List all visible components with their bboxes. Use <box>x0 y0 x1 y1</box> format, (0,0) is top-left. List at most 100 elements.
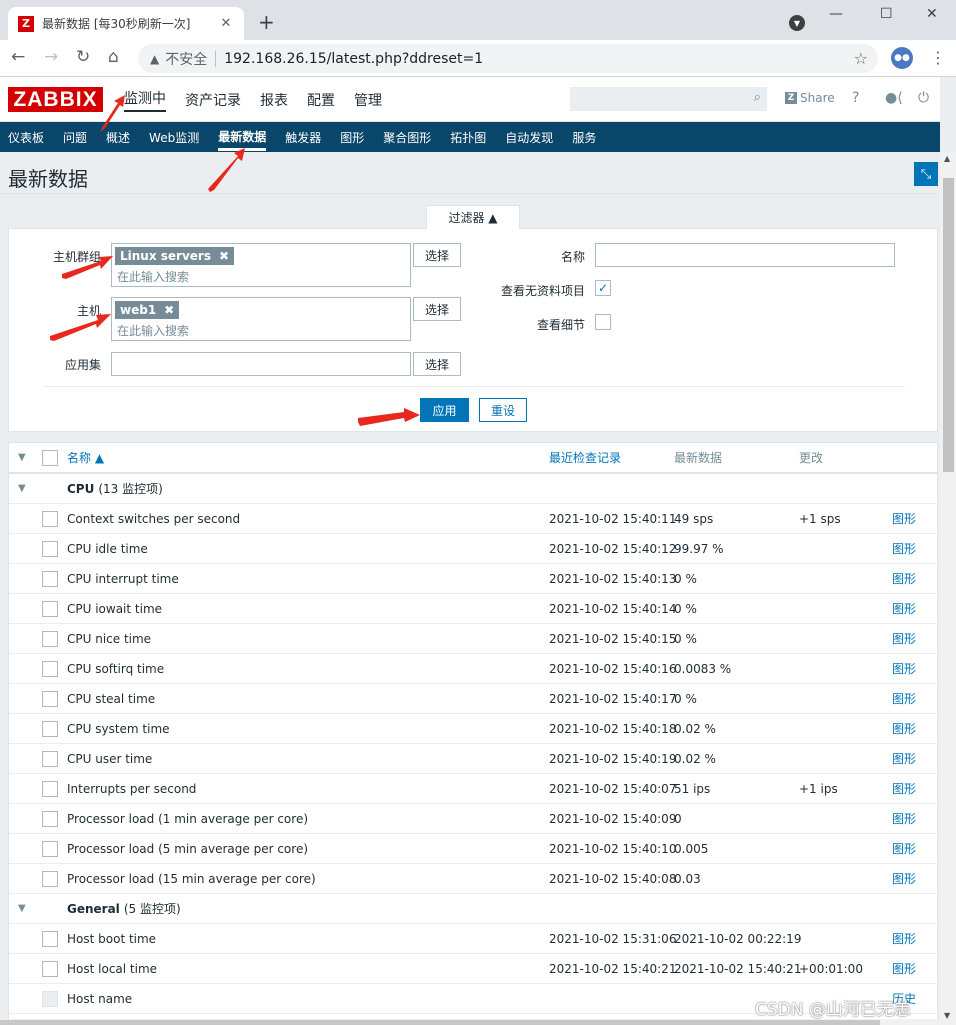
item-graph-link[interactable]: 图形 <box>892 654 916 683</box>
item-graph-link[interactable]: 图形 <box>892 504 916 533</box>
item-graph-link[interactable]: 图形 <box>892 534 916 563</box>
subnav-dashboard[interactable]: 仪表板 <box>8 129 44 146</box>
subnav-latest-data[interactable]: 最新数据 <box>218 128 267 151</box>
warning-icon[interactable]: ▲ <box>150 52 159 66</box>
row-checkbox[interactable] <box>42 601 58 617</box>
user-profile-icon[interactable]: ●⟨ <box>885 90 903 106</box>
item-graph-link[interactable]: 图形 <box>892 684 916 713</box>
search-icon[interactable]: ⌕ <box>754 90 761 105</box>
item-graph-link[interactable]: 图形 <box>892 804 916 833</box>
row-checkbox[interactable] <box>42 631 58 647</box>
horizontal-scrollbar-thumb[interactable] <box>0 1020 880 1025</box>
column-name-header[interactable]: 名称 ▲ <box>67 443 104 472</box>
close-tab-icon[interactable]: ✕ <box>218 16 234 31</box>
apply-button[interactable]: 应用 <box>420 398 469 422</box>
row-checkbox[interactable] <box>42 661 58 677</box>
item-last-check: 2021-10-02 15:40:12 <box>549 541 677 556</box>
browser-menu-icon[interactable]: ⋮ <box>930 48 946 67</box>
collapse-group-icon[interactable]: ▼ <box>18 894 26 923</box>
host-groups-placeholder[interactable]: 在此输入搜索 <box>117 268 189 285</box>
subnav-web[interactable]: Web监测 <box>149 129 199 146</box>
tab-search-icon[interactable]: ▼ <box>789 15 805 31</box>
row-checkbox[interactable] <box>42 721 58 737</box>
hosts-select-button[interactable]: 选择 <box>413 297 461 321</box>
subnav-maps[interactable]: 拓扑图 <box>450 129 486 146</box>
filter-tab[interactable]: 过滤器 ▲ <box>426 205 520 229</box>
window-close-icon[interactable]: ✕ <box>926 6 938 22</box>
scrollbar-thumb[interactable] <box>943 178 954 472</box>
subnav-problems[interactable]: 问题 <box>63 129 87 146</box>
help-icon[interactable]: ? <box>852 90 859 106</box>
column-last-check-header[interactable]: 最近检查记录 <box>549 443 621 472</box>
bookmark-star-icon[interactable]: ☆ <box>854 49 868 68</box>
name-input[interactable] <box>595 243 895 267</box>
item-graph-link[interactable]: 图形 <box>892 774 916 803</box>
subnav-triggers[interactable]: 触发器 <box>285 129 321 146</box>
row-checkbox[interactable] <box>42 961 58 977</box>
row-checkbox[interactable] <box>42 781 58 797</box>
row-checkbox[interactable] <box>42 511 58 527</box>
subnav-discovery[interactable]: 自动发现 <box>505 129 553 146</box>
row-checkbox[interactable] <box>42 751 58 767</box>
menu-configuration[interactable]: 配置 <box>307 90 335 110</box>
scroll-down-icon[interactable]: ▼ <box>944 1011 950 1020</box>
omnibox[interactable]: ▲ 不安全 192.168.26.15/latest.php?ddreset=1… <box>138 44 878 73</box>
item-graph-link[interactable]: 图形 <box>892 594 916 623</box>
row-checkbox[interactable] <box>42 541 58 557</box>
browser-tab[interactable]: Z 最新数据 [每30秒刷新一次] ✕ <box>8 7 244 40</box>
collapse-all-icon[interactable]: ▼ <box>18 443 26 472</box>
remove-chip-icon[interactable]: ✖ <box>219 249 229 263</box>
select-all-checkbox[interactable] <box>42 450 58 466</box>
show-without-data-checkbox[interactable]: ✓ <box>595 280 611 296</box>
menu-monitoring[interactable]: 监测中 <box>124 88 166 112</box>
share-link[interactable]: Z Share <box>785 91 835 105</box>
item-graph-link[interactable]: 图形 <box>892 714 916 743</box>
subnav-overview[interactable]: 概述 <box>106 129 130 146</box>
applications-select-button[interactable]: 选择 <box>413 352 461 376</box>
applications-input[interactable] <box>111 352 411 376</box>
home-icon[interactable]: ⌂ <box>108 47 119 67</box>
collapse-group-icon[interactable]: ▼ <box>18 474 26 503</box>
global-search-input[interactable]: ⌕ <box>570 87 767 111</box>
item-graph-link[interactable]: 图形 <box>892 924 916 953</box>
back-icon[interactable]: ← <box>11 47 25 67</box>
row-checkbox[interactable] <box>42 691 58 707</box>
item-graph-link[interactable]: 图形 <box>892 744 916 773</box>
menu-reports[interactable]: 报表 <box>260 90 288 110</box>
remove-chip-icon[interactable]: ✖ <box>164 303 174 317</box>
row-checkbox[interactable] <box>42 841 58 857</box>
subnav-services[interactable]: 服务 <box>572 129 596 146</box>
forward-icon[interactable]: → <box>44 47 58 67</box>
menu-administration[interactable]: 管理 <box>354 90 382 110</box>
item-graph-link[interactable]: 图形 <box>892 864 916 893</box>
scroll-up-icon[interactable]: ▲ <box>944 154 950 163</box>
show-details-checkbox[interactable] <box>595 314 611 330</box>
reset-button[interactable]: 重设 <box>479 398 527 422</box>
subnav-graphs[interactable]: 图形 <box>340 129 364 146</box>
subnav-screens[interactable]: 聚合图形 <box>383 129 431 146</box>
minimize-icon[interactable]: — <box>829 6 843 22</box>
item-graph-link[interactable]: 图形 <box>892 954 916 983</box>
insecure-label[interactable]: 不安全 <box>165 49 207 69</box>
item-graph-link[interactable]: 图形 <box>892 564 916 593</box>
row-checkbox[interactable] <box>42 871 58 887</box>
fullscreen-icon[interactable]: ⤡ <box>914 162 938 186</box>
host-groups-select-button[interactable]: 选择 <box>413 243 461 267</box>
reload-icon[interactable]: ↻ <box>76 47 90 67</box>
row-checkbox[interactable] <box>42 991 58 1007</box>
item-graph-link[interactable]: 图形 <box>892 624 916 653</box>
sign-out-icon[interactable]: ⏻ <box>918 90 929 106</box>
hosts-placeholder[interactable]: 在此输入搜索 <box>117 322 189 339</box>
row-checkbox[interactable] <box>42 931 58 947</box>
zabbix-logo[interactable]: ZABBIX <box>8 87 103 112</box>
new-tab-icon[interactable]: + <box>258 10 275 34</box>
url-text[interactable]: 192.168.26.15/latest.php?ddreset=1 <box>224 51 483 67</box>
maximize-icon[interactable]: ☐ <box>880 6 893 22</box>
host-groups-multiselect[interactable]: Linux servers ✖ 在此输入搜索 <box>111 243 411 287</box>
row-checkbox[interactable] <box>42 571 58 587</box>
profile-avatar-icon[interactable]: ●● <box>891 47 913 69</box>
row-checkbox[interactable] <box>42 811 58 827</box>
menu-inventory[interactable]: 资产记录 <box>185 90 241 110</box>
hosts-multiselect[interactable]: web1 ✖ 在此输入搜索 <box>111 297 411 341</box>
item-graph-link[interactable]: 图形 <box>892 834 916 863</box>
